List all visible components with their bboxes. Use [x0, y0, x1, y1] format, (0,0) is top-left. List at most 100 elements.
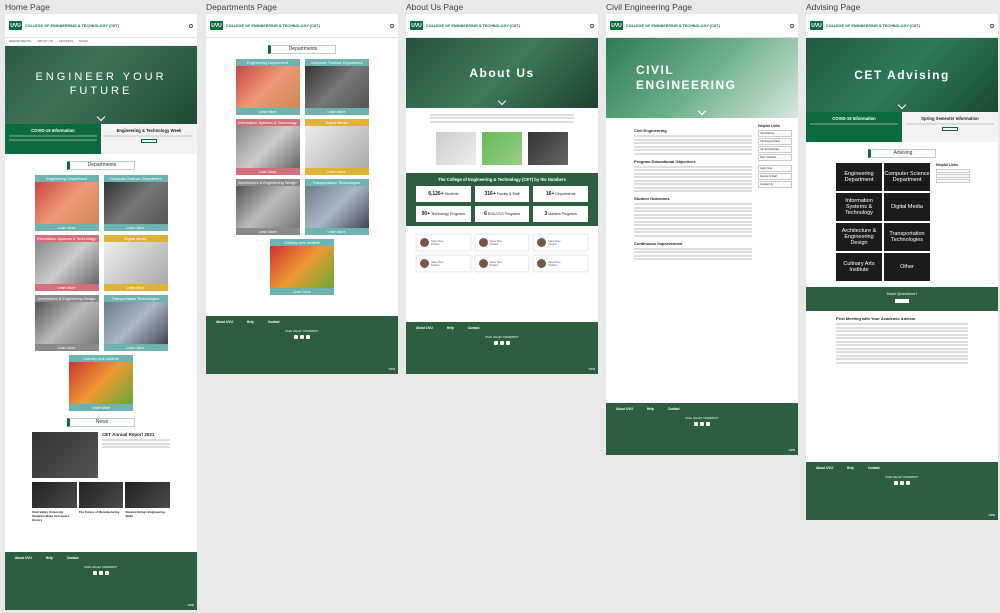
advising-card[interactable]: Information Systems & Technology [836, 193, 882, 221]
dept-card[interactable]: Information Systems & Technology Learn Mo… [235, 119, 300, 175]
dept-card[interactable]: Culinary Arts Institute Learn More [270, 239, 334, 295]
about-intro [406, 108, 598, 128]
section-heading: Program Educational Objectives [634, 158, 696, 164]
dept-card[interactable]: Computer Science Department Learn More [304, 59, 369, 115]
facebook-icon[interactable] [694, 422, 698, 427]
uvu-logo[interactable]: UVU [810, 21, 823, 30]
advising-card[interactable]: Computer Science Department [884, 163, 930, 191]
instagram-icon[interactable] [706, 422, 710, 427]
facebook-icon[interactable] [93, 571, 97, 576]
sidebar-link[interactable]: Apply Now [758, 165, 792, 172]
questions-button[interactable] [895, 299, 909, 303]
dept-card[interactable]: Information Systems & Technology Learn Mo… [34, 235, 99, 291]
advising-card[interactable]: Digital Media [884, 193, 930, 221]
news-item[interactable]: Student Brings Engineering Skills [125, 482, 171, 522]
staff-card[interactable]: Name Here Position [533, 255, 588, 272]
learn-more-link[interactable]: Learn More [69, 404, 133, 411]
chevron-down-icon[interactable] [96, 112, 106, 122]
chevron-down-icon[interactable] [497, 96, 507, 106]
dept-card[interactable]: Architecture & Engineering Design Learn M… [235, 179, 300, 235]
sidebar-link[interactable] [936, 174, 970, 178]
staff-card[interactable]: Name Here Position [416, 255, 471, 272]
spring-title: Spring Semester Information [921, 116, 979, 121]
learn-more-link[interactable]: Learn More [34, 284, 99, 291]
dept-card[interactable]: Digital Media Learn More [304, 119, 369, 175]
learn-more-link[interactable]: Learn More [34, 344, 99, 351]
advising-card[interactable]: Transportation Technologies [884, 223, 930, 251]
learn-more-link[interactable]: Learn More [304, 168, 369, 175]
nav-departments[interactable]: DEPARTMENTS [9, 39, 31, 44]
sidebar-link[interactable]: Faculty & Staff [758, 173, 792, 180]
sidebar-link[interactable]: Dept. Website [758, 154, 792, 161]
twitter-icon[interactable] [300, 335, 304, 340]
advising-card[interactable]: Culinary Arts Institute [836, 253, 882, 281]
org-name: COLLEGE OF ENGINEERING & TECHNOLOGY (CET… [25, 23, 120, 28]
sidebar-link[interactable]: CE Advising [758, 130, 792, 137]
dept-card[interactable]: Transportation Technologies Learn More [304, 179, 369, 235]
uvu-logo[interactable]: UVU [410, 21, 423, 30]
facebook-icon[interactable] [894, 481, 898, 486]
dept-card[interactable]: Digital Media Learn More [103, 235, 168, 291]
advising-card[interactable]: Other [884, 253, 930, 281]
instagram-icon[interactable] [506, 341, 510, 346]
uvu-logo[interactable]: UVU [610, 21, 623, 30]
news-featured[interactable]: CET Annual Report 2021 [5, 432, 197, 478]
facebook-icon[interactable] [294, 335, 298, 340]
staff-card[interactable]: Name Here Position [416, 234, 471, 251]
spring-button[interactable] [942, 127, 958, 131]
dept-card[interactable]: Architecture & Engineering Design Learn M… [34, 295, 99, 351]
learn-more-link[interactable]: Learn More [34, 224, 99, 231]
info-banner: COVID-19 Information Spring Semester Inf… [806, 112, 998, 142]
news-item[interactable]: Utah Valley University Students Make Aer… [32, 482, 77, 522]
uvu-logo[interactable]: UVU [9, 21, 22, 30]
instagram-icon[interactable] [306, 335, 310, 340]
learn-more-link[interactable]: Learn More [103, 284, 168, 291]
dept-card[interactable]: Transportation Technologies Learn More [103, 295, 168, 351]
instagram-icon[interactable] [105, 571, 109, 576]
search-icon[interactable] [590, 23, 594, 28]
advising-card[interactable]: Architecture & Engineering Design [836, 223, 882, 251]
dept-card[interactable]: Engineering Department Learn More [235, 59, 300, 115]
chevron-down-icon[interactable] [897, 100, 907, 110]
sidebar-link[interactable]: CE Scholarships [758, 146, 792, 153]
learn-more-link[interactable]: Learn More [103, 224, 168, 231]
dept-card[interactable]: Culinary Arts Institute Learn More [69, 355, 133, 411]
search-icon[interactable] [990, 23, 994, 28]
chevron-down-icon[interactable] [697, 106, 707, 116]
instagram-icon[interactable] [906, 481, 910, 486]
nav-news[interactable]: NEWS [79, 39, 88, 44]
staff-card[interactable]: Name Here Position [533, 234, 588, 251]
dept-card[interactable]: Computer Science Department Learn More [103, 175, 168, 231]
nav-advising[interactable]: ADVISING [59, 39, 73, 44]
search-icon[interactable] [790, 23, 794, 28]
learn-more-link[interactable]: Learn More [235, 108, 300, 115]
covid-title: COVID-19 Information [832, 116, 876, 121]
search-icon[interactable] [189, 23, 193, 28]
twitter-icon[interactable] [700, 422, 704, 427]
dept-card[interactable]: Engineering Department Learn More [34, 175, 99, 231]
news-item[interactable]: The Future of Manufacturing [78, 482, 124, 522]
sidebar-link[interactable] [936, 169, 970, 173]
sidebar-link[interactable]: CE Degree Maps [758, 138, 792, 145]
learn-more-link[interactable]: Learn More [304, 228, 369, 235]
twitter-icon[interactable] [500, 341, 504, 346]
search-icon[interactable] [390, 23, 394, 28]
facebook-icon[interactable] [494, 341, 498, 346]
learn-more-link[interactable]: Learn More [304, 108, 369, 115]
departments-heading: Departments [67, 161, 135, 170]
etweek-button[interactable] [141, 139, 157, 143]
uvu-logo[interactable]: UVU [210, 21, 223, 30]
learn-more-link[interactable]: Learn More [270, 288, 334, 295]
learn-more-link[interactable]: Learn More [235, 228, 300, 235]
learn-more-link[interactable]: Learn More [235, 168, 300, 175]
dept-card-label: Computer Science Department [103, 175, 168, 182]
advising-card[interactable]: Engineering Department [836, 163, 882, 191]
sidebar-link[interactable] [936, 179, 970, 183]
learn-more-link[interactable]: Learn More [103, 344, 168, 351]
staff-card[interactable]: Name Here Position [474, 234, 530, 251]
twitter-icon[interactable] [900, 481, 904, 486]
twitter-icon[interactable] [99, 571, 103, 576]
sidebar-link[interactable]: Contact Us [758, 181, 792, 188]
nav-about[interactable]: ABOUT US [37, 39, 52, 44]
staff-card[interactable]: Name Here Position [474, 255, 530, 272]
